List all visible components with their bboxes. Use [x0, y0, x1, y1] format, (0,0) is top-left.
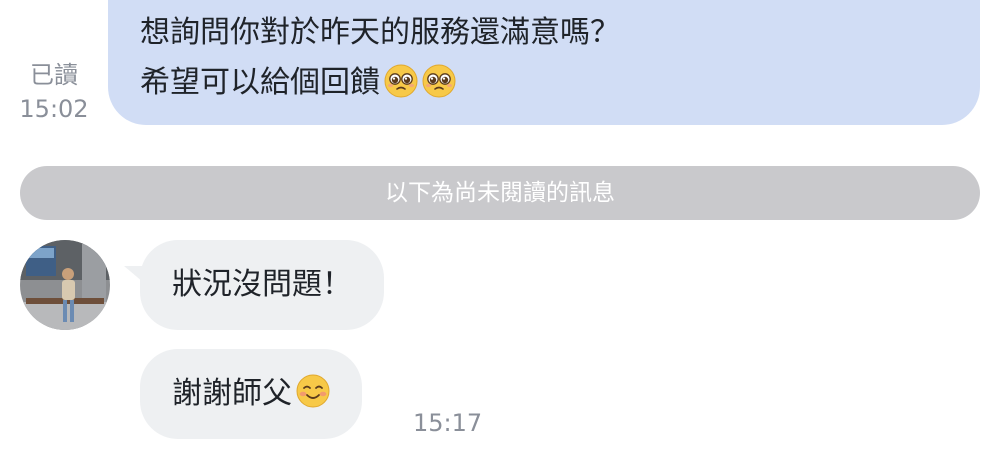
read-receipt: 已讀: [30, 61, 78, 89]
outgoing-meta: 已讀 15:02: [14, 58, 94, 126]
unread-divider: 以下為尚未閱讀的訊息: [20, 166, 980, 220]
chat-screen: 已讀 15:02 想詢問你對於昨天的服務還滿意嗎？ 希望可以給個回饋 以下為尚未…: [0, 0, 1000, 466]
outgoing-message-line-2: 希望可以給個回饋: [140, 58, 980, 108]
pleading-face-icon: [384, 64, 418, 98]
incoming-message-text-2: 謝謝師父: [172, 376, 292, 411]
pleading-face-icon: [422, 64, 456, 98]
incoming-message-bubble-1[interactable]: 狀況沒問題！: [140, 240, 384, 330]
incoming-message-bubble-2[interactable]: 謝謝師父: [140, 349, 362, 439]
incoming-message-text-1: 狀況沒問題！: [172, 267, 352, 302]
sender-avatar[interactable]: [20, 240, 110, 330]
outgoing-message-bubble[interactable]: 想詢問你對於昨天的服務還滿意嗎？ 希望可以給個回饋: [108, 0, 980, 125]
outgoing-message-line-2-text: 希望可以給個回饋: [140, 65, 380, 100]
outgoing-timestamp: 15:02: [19, 95, 89, 123]
incoming-timestamp: 15:17: [413, 409, 483, 437]
outgoing-message-line-1: 想詢問你對於昨天的服務還滿意嗎？: [140, 15, 620, 50]
user-avatar-icon: [20, 240, 110, 330]
smiling-blushing-face-icon: [296, 374, 330, 408]
